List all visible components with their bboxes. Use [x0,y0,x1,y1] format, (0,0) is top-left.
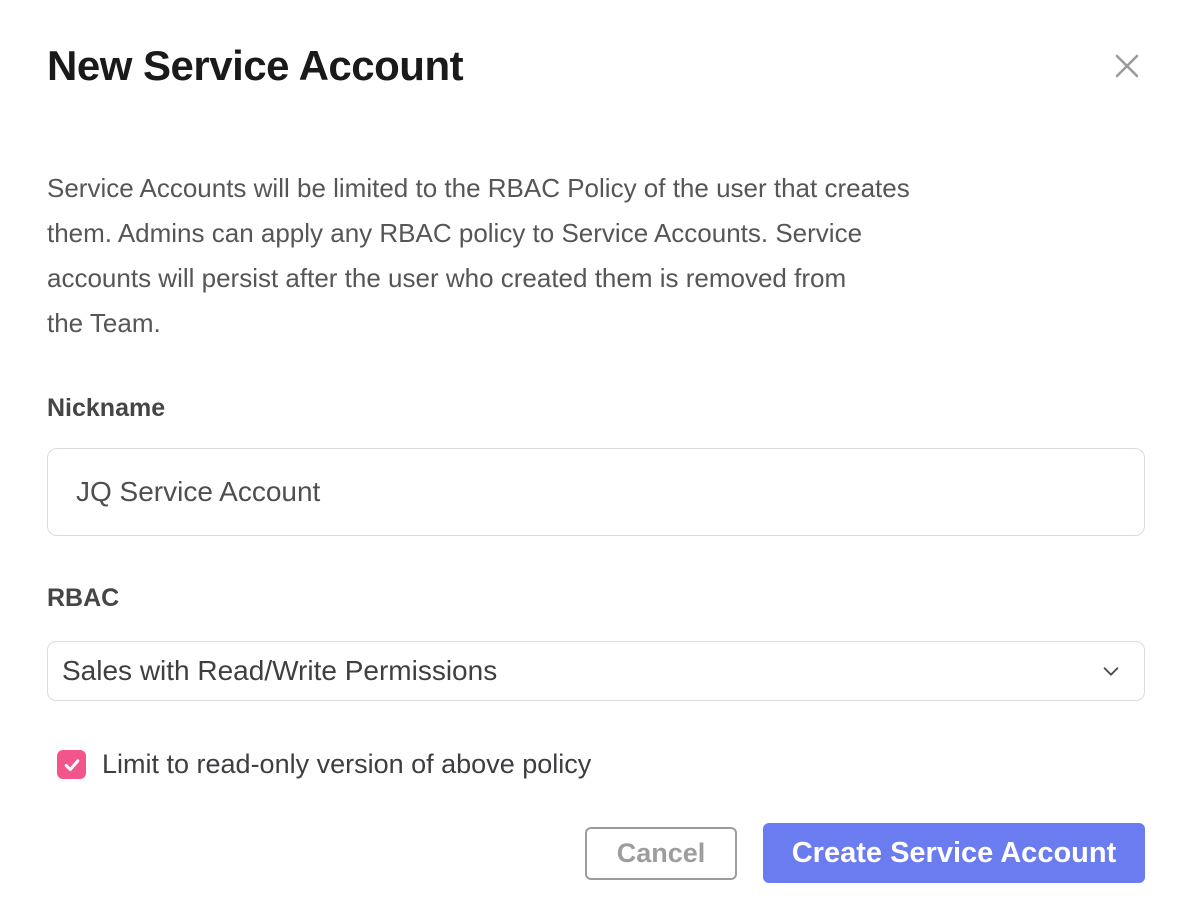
description-line: accounts will persist after the user who… [47,256,1145,301]
modal-description: Service Accounts will be limited to the … [47,166,1145,346]
nickname-input[interactable] [47,448,1145,536]
cancel-button[interactable]: Cancel [585,827,737,880]
description-line: them. Admins can apply any RBAC policy t… [47,211,1145,256]
create-service-account-button[interactable]: Create Service Account [763,823,1145,883]
chevron-down-icon [1100,660,1122,682]
rbac-label: RBAC [47,584,1145,613]
checkmark-icon [62,755,82,775]
description-line: Service Accounts will be limited to the … [47,166,1145,211]
read-only-checkbox-row[interactable]: Limit to read-only version of above poli… [47,749,591,780]
close-icon [1113,68,1141,83]
read-only-checkbox[interactable] [57,750,86,779]
modal-title: New Service Account [47,42,463,90]
modal-header: New Service Account [47,42,1145,90]
new-service-account-modal: New Service Account Service Accounts wil… [0,0,1190,904]
read-only-checkbox-label: Limit to read-only version of above poli… [102,749,591,780]
description-line: the Team. [47,301,1145,346]
nickname-label: Nickname [47,394,1145,423]
rbac-select[interactable]: Sales with Read/Write Permissions [47,641,1145,701]
close-button[interactable] [1109,48,1145,84]
modal-footer: Cancel Create Service Account [47,823,1145,883]
rbac-selected-option: Sales with Read/Write Permissions [62,655,1100,687]
